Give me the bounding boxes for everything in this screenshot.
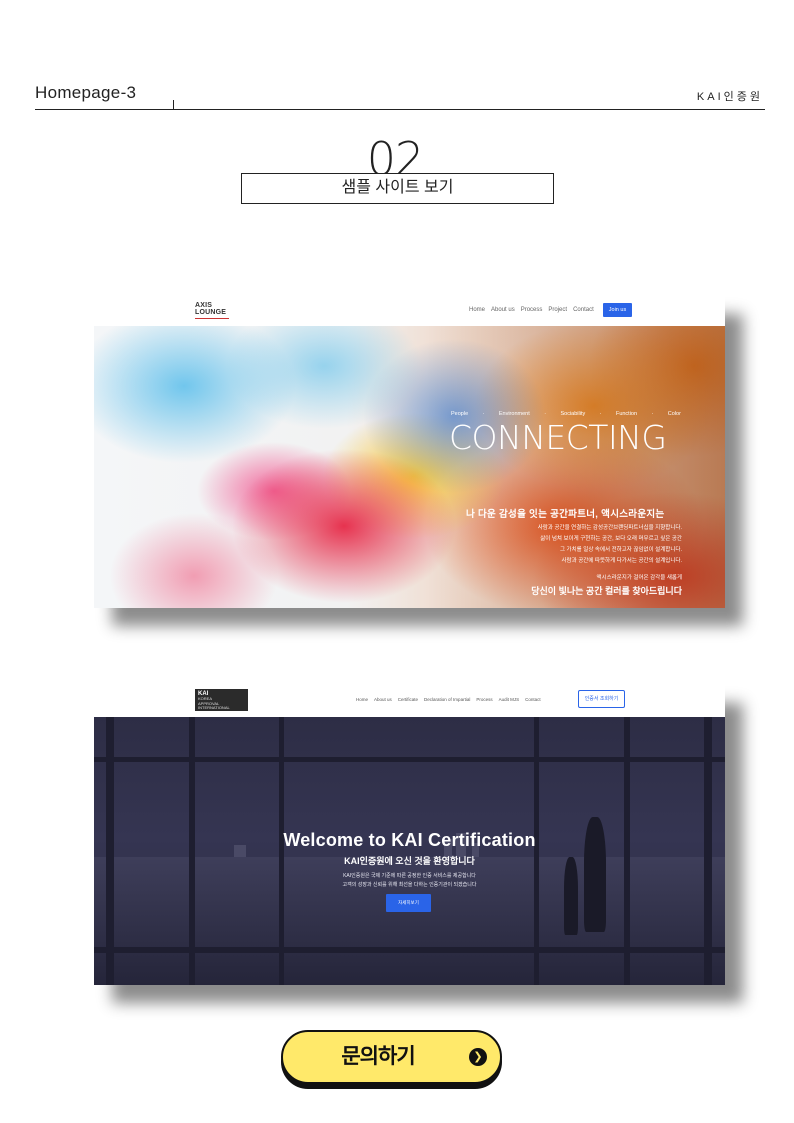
brand-name: KAI인증원 — [696, 91, 763, 103]
nav-process[interactable]: Process — [521, 307, 543, 313]
hero-subheadline: 나 다운 감성을 잇는 공간파트너, 액시스라운지는 — [466, 509, 665, 520]
tag-separator: · — [651, 411, 654, 417]
hero-closing: 당신이 빛나는 공간 컬러를 찾아드립니다 — [531, 586, 682, 596]
logo-line-2: LOUNGE — [195, 309, 227, 316]
section-label: 샘플 사이트 보기 — [241, 173, 554, 204]
site2-hero: Welcome to KAI Certification KAI인증원에 오신 … — [94, 717, 725, 985]
nav-audit[interactable]: Audit MJS — [499, 697, 520, 702]
nav-home[interactable]: Home — [469, 307, 485, 313]
sample-site-kai-certification[interactable]: KAI KOREA APPROVAL INTERNATIONAL Home Ab… — [94, 685, 725, 985]
tag: People — [451, 411, 469, 417]
header-tick — [173, 100, 174, 109]
site1-hero: People · Environment · Sociability · Fun… — [94, 326, 725, 608]
nav-process[interactable]: Process — [476, 697, 492, 702]
hero-headline: Welcome to KAI Certification — [283, 830, 536, 850]
logo-underline — [195, 318, 229, 319]
nav-project[interactable]: Project — [548, 307, 567, 313]
hero-subheadline: KAI인증원에 오신 것을 환영합니다 — [344, 856, 475, 866]
tag-separator: · — [482, 411, 485, 417]
header-divider — [35, 109, 765, 110]
axis-lounge-logo[interactable]: AXIS LOUNGE — [195, 302, 229, 319]
logo-line-1: AXIS — [195, 302, 213, 309]
certificate-lookup-button[interactable]: 인증서 조회하기 — [578, 690, 625, 708]
site1-nav-menu: Home About us Process Project Contact — [469, 307, 594, 313]
nav-home[interactable]: Home — [356, 697, 368, 702]
nav-certificate[interactable]: Certificate — [398, 697, 418, 702]
hero-body: 사람과 공간을 연결하는 감성공간브랜딩파트너십을 지향합니다. 삶이 넘쳐 보… — [452, 523, 682, 567]
tag: Color — [667, 411, 681, 417]
nav-declaration[interactable]: Declaration of Impartial — [424, 697, 470, 702]
body-line: 사람과 공간에 따뜻하게 다가서는 공간의 설계입니다. — [561, 558, 683, 564]
window-beam — [94, 757, 725, 762]
site2-navbar: KAI KOREA APPROVAL INTERNATIONAL Home Ab… — [94, 685, 725, 717]
body-line: 그 가치를 일상 속에서 전하고자 끊임없이 설계합니다. — [559, 547, 682, 553]
hero-tags: People · Environment · Sociability · Fun… — [451, 411, 681, 417]
body-line: 고객의 성장과 신뢰를 위해 최선을 다하는 인증기관이 되겠습니다 — [342, 882, 477, 888]
hero-body: KAI인증원은 국제 기준에 따른 공정한 인증 서비스를 제공합니다 고객의 … — [94, 872, 725, 890]
body-line: 사람과 공간을 연결하는 감성공간브랜딩파트너십을 지향합니다. — [537, 525, 682, 531]
logo-line: INTERNATIONAL — [198, 705, 230, 710]
tag: Function — [615, 411, 638, 417]
hero-more-button[interactable]: 자세히보기 — [386, 894, 431, 912]
page-title: Homepage-3 — [35, 83, 137, 102]
sample-site-axis-lounge[interactable]: AXIS LOUNGE Home About us Process Projec… — [94, 296, 725, 608]
arrow-right-circle-icon: ❯ — [469, 1048, 487, 1066]
body-line: 삶이 넘쳐 보이게 구현하는 공간, 보다 오래 머무르고 싶은 공간 — [540, 536, 682, 542]
body-line: KAI인증원은 국제 기준에 따른 공정한 인증 서비스를 제공합니다 — [343, 873, 476, 879]
contact-button-label: 문의하기 — [341, 1045, 415, 1068]
person-silhouette — [564, 857, 578, 935]
kai-logo[interactable]: KAI KOREA APPROVAL INTERNATIONAL — [195, 689, 248, 711]
join-button[interactable]: Join us — [603, 303, 632, 317]
tag-separator: · — [599, 411, 602, 417]
tag: Sociability — [560, 411, 586, 417]
nav-contact[interactable]: Contact — [525, 697, 541, 702]
hero-note: 액시스라운지가 걸어온 감각을 새롭게 — [596, 575, 682, 581]
window-beam — [94, 947, 725, 953]
hero-headline: CONNECTING — [449, 418, 667, 457]
nav-contact[interactable]: Contact — [573, 307, 594, 313]
tag: Environment — [498, 411, 530, 417]
site2-nav-menu: Home About us Certificate Declaration of… — [356, 697, 541, 702]
nav-about[interactable]: About us — [491, 307, 515, 313]
tag-separator: · — [544, 411, 547, 417]
nav-about[interactable]: About us — [374, 697, 392, 702]
site1-navbar: AXIS LOUNGE Home About us Process Projec… — [94, 296, 725, 326]
contact-button[interactable]: 문의하기 ❯ — [281, 1030, 502, 1084]
